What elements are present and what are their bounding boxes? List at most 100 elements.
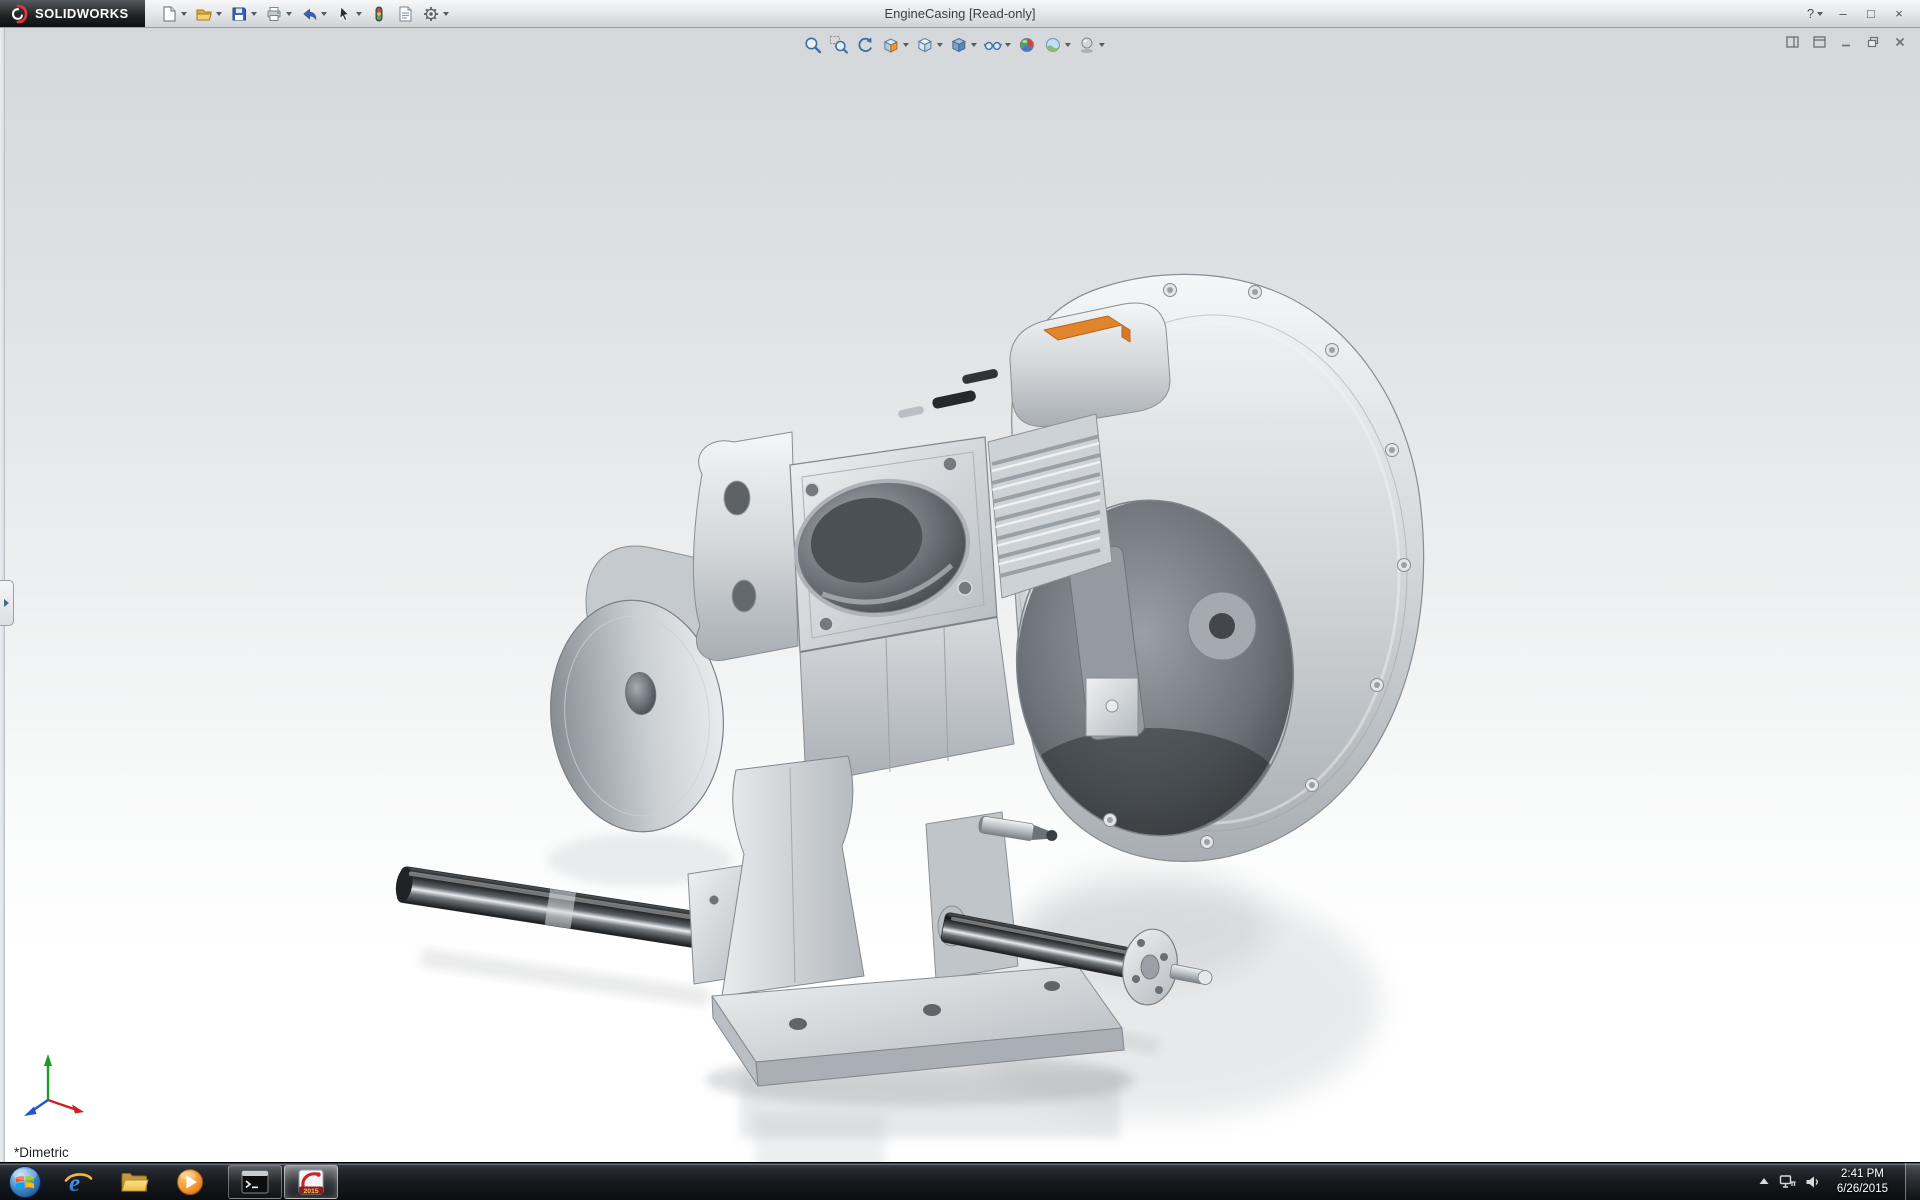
feature-pane-icon: [1813, 36, 1826, 48]
windows-start-orb-icon: [8, 1165, 42, 1199]
document-minimize-button[interactable]: [1836, 33, 1856, 50]
display-pane-icon: [1786, 36, 1799, 48]
new-document-icon: [160, 5, 178, 23]
solidworks-window: SOLIDWORKS: [0, 0, 1920, 1200]
view-orientation-button[interactable]: [913, 32, 945, 58]
document-window-controls: [1782, 33, 1910, 50]
left-bracket[interactable]: [693, 432, 798, 661]
dropdown-caret-icon: [1065, 43, 1071, 47]
taskbar-item-command-prompt[interactable]: [228, 1165, 282, 1199]
document-restore-button[interactable]: [1863, 33, 1883, 50]
close-icon: [1894, 36, 1906, 48]
print-icon: [265, 5, 283, 23]
section-view-button[interactable]: [879, 32, 911, 58]
previous-view-button[interactable]: [853, 32, 877, 58]
file-properties-button[interactable]: [393, 2, 417, 26]
speaker-icon: [1805, 1175, 1820, 1189]
featuremanager-collapsed-tab[interactable]: [0, 580, 14, 626]
dropdown-caret-icon: [1005, 43, 1011, 47]
view-settings-button[interactable]: [1075, 32, 1107, 58]
model-canvas[interactable]: [0, 28, 1920, 1162]
triad-x-axis: [48, 1100, 84, 1114]
zoom-to-area-button[interactable]: [827, 32, 851, 58]
bracket-hole: [724, 481, 750, 515]
reference-triad: [14, 1048, 92, 1122]
restore-icon: [1867, 36, 1879, 48]
taskbar-item-solidworks-2015[interactable]: 2015: [284, 1165, 338, 1199]
minimize-icon: [1840, 36, 1852, 48]
help-button[interactable]: ?: [1802, 4, 1828, 24]
command-prompt-icon: [240, 1167, 270, 1197]
feature-pane-button[interactable]: [1809, 33, 1829, 50]
hide-show-glasses-icon: [983, 35, 1003, 55]
print-button[interactable]: [262, 2, 295, 26]
volume-tray-icon[interactable]: [1805, 1175, 1820, 1189]
help-caret-icon: [1817, 12, 1823, 16]
dropdown-caret-icon: [251, 12, 257, 16]
apply-scene-icon: [1043, 35, 1063, 55]
taskbar-item-windows-explorer[interactable]: [107, 1165, 161, 1199]
zoom-to-fit-icon: [803, 35, 823, 55]
help-glyph: ?: [1807, 6, 1814, 21]
start-button[interactable]: [0, 1163, 50, 1200]
undo-arrow-icon: [300, 5, 318, 23]
hide-show-items-button[interactable]: [981, 32, 1013, 58]
previous-view-icon: [855, 35, 875, 55]
mounting-studs[interactable]: [897, 368, 998, 418]
display-style-button[interactable]: [947, 32, 979, 58]
taskbar: e: [0, 1162, 1920, 1200]
solidworks-2015-icon: 2015: [296, 1167, 326, 1197]
select-tool-button[interactable]: [332, 2, 365, 26]
taskbar-item-windows-media-player[interactable]: [163, 1165, 217, 1199]
zoom-to-fit-button[interactable]: [801, 32, 825, 58]
display-pane-button[interactable]: [1782, 33, 1802, 50]
view-orientation-cube-icon: [915, 35, 935, 55]
triad-z-axis: [24, 1100, 48, 1116]
edit-appearance-button[interactable]: [1015, 32, 1039, 58]
graphics-viewport[interactable]: *Dimetric: [0, 28, 1920, 1162]
dropdown-caret-icon: [971, 43, 977, 47]
minimize-button[interactable]: –: [1830, 4, 1856, 24]
edit-appearance-ball-icon: [1017, 35, 1037, 55]
options-gear-icon: [422, 5, 440, 23]
dropdown-caret-icon: [443, 12, 449, 16]
close-button[interactable]: ×: [1886, 4, 1912, 24]
media-player-icon: [175, 1167, 205, 1197]
dassault-systemes-icon: [8, 4, 28, 24]
network-icon: [1779, 1174, 1796, 1189]
dropdown-caret-icon: [181, 12, 187, 16]
save-button[interactable]: [227, 2, 260, 26]
open-folder-icon: [195, 5, 213, 23]
dropdown-caret-icon: [937, 43, 943, 47]
view-orientation-label: *Dimetric: [14, 1145, 69, 1160]
dropdown-caret-icon: [216, 12, 222, 16]
options-button[interactable]: [419, 2, 452, 26]
rear-support[interactable]: [926, 812, 1018, 980]
taskbar-clock[interactable]: 2:41 PM 6/26/2015: [1829, 1167, 1896, 1197]
folder-icon: [119, 1167, 149, 1197]
show-desktop-button[interactable]: [1905, 1163, 1920, 1200]
heads-up-view-toolbar: [801, 32, 1107, 58]
dropdown-caret-icon: [903, 43, 909, 47]
file-properties-icon: [396, 5, 414, 23]
document-close-button[interactable]: [1890, 33, 1910, 50]
rebuild-button[interactable]: [367, 2, 391, 26]
restore-button[interactable]: □: [1858, 4, 1884, 24]
show-hidden-icons-button[interactable]: [1758, 1176, 1770, 1187]
apply-scene-button[interactable]: [1041, 32, 1073, 58]
expand-panel-arrow-icon: [4, 599, 9, 607]
network-tray-icon[interactable]: [1779, 1174, 1796, 1189]
rebuild-traffic-light-icon: [370, 5, 388, 23]
taskbar-item-internet-explorer[interactable]: e: [51, 1165, 105, 1199]
section-view-icon: [881, 35, 901, 55]
dropdown-caret-icon: [286, 12, 292, 16]
triad-y-axis: [44, 1054, 52, 1100]
hidden-icons-arrow-icon: [1758, 1176, 1770, 1187]
new-document-button[interactable]: [157, 2, 190, 26]
internet-explorer-icon: e: [63, 1167, 93, 1197]
open-document-button[interactable]: [192, 2, 225, 26]
undo-button[interactable]: [297, 2, 330, 26]
select-cursor-icon: [335, 5, 353, 23]
titlebar[interactable]: SOLIDWORKS: [0, 0, 1920, 28]
solidworks-logo: SOLIDWORKS: [0, 0, 145, 27]
